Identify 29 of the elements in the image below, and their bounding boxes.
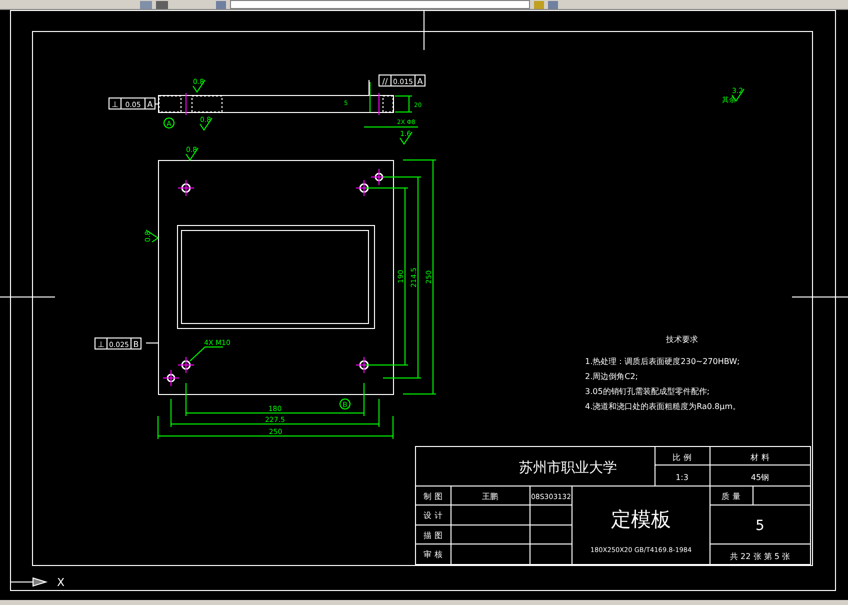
requirement-text: 3.05的销钉孔需装配成型零件配作; [585,387,710,396]
requirement-text: 1.热处理：调质后表面硬度230~270HBW; [585,357,740,366]
material-label: 材 料 [750,453,770,462]
hole-drawing [178,356,194,374]
toolbar-icon[interactable] [156,0,168,8]
school-name: 苏州市职业大学 [519,460,617,476]
requirement-text: 2.周边倒角C2; [585,372,638,381]
scale-label: 比 例 [672,453,692,462]
scale-value: 1:3 [676,473,688,482]
row-label: 制 图 [424,492,442,501]
material-value: 45钢 [750,473,770,482]
row-label: 设 计 [424,511,442,520]
requirements-title: 技术要求 [666,335,698,344]
quantity-value: 5 [756,518,764,534]
drafter-name: 王鹏 [482,492,498,501]
axis-label: X [57,576,65,589]
toolbar-icon[interactable] [140,0,152,8]
row-label: 审 核 [424,550,442,559]
hole-drawing [162,370,180,386]
requirement-text: 4.浇道和浇口处的表面粗糙度为Ra0.8μm。 [585,402,741,411]
part-name: 定模板 [611,507,671,531]
row-label: 描 图 [424,531,442,540]
layer-dropdown[interactable] [230,0,530,9]
ucs-axis-icon [10,577,48,587]
mass-label: 质 量 [722,492,740,501]
hole-drawing [178,180,194,196]
leader-line [190,346,224,362]
sheet-count: 共 22 张 第 5 张 [730,552,790,561]
toolbar-icon[interactable] [216,0,226,8]
